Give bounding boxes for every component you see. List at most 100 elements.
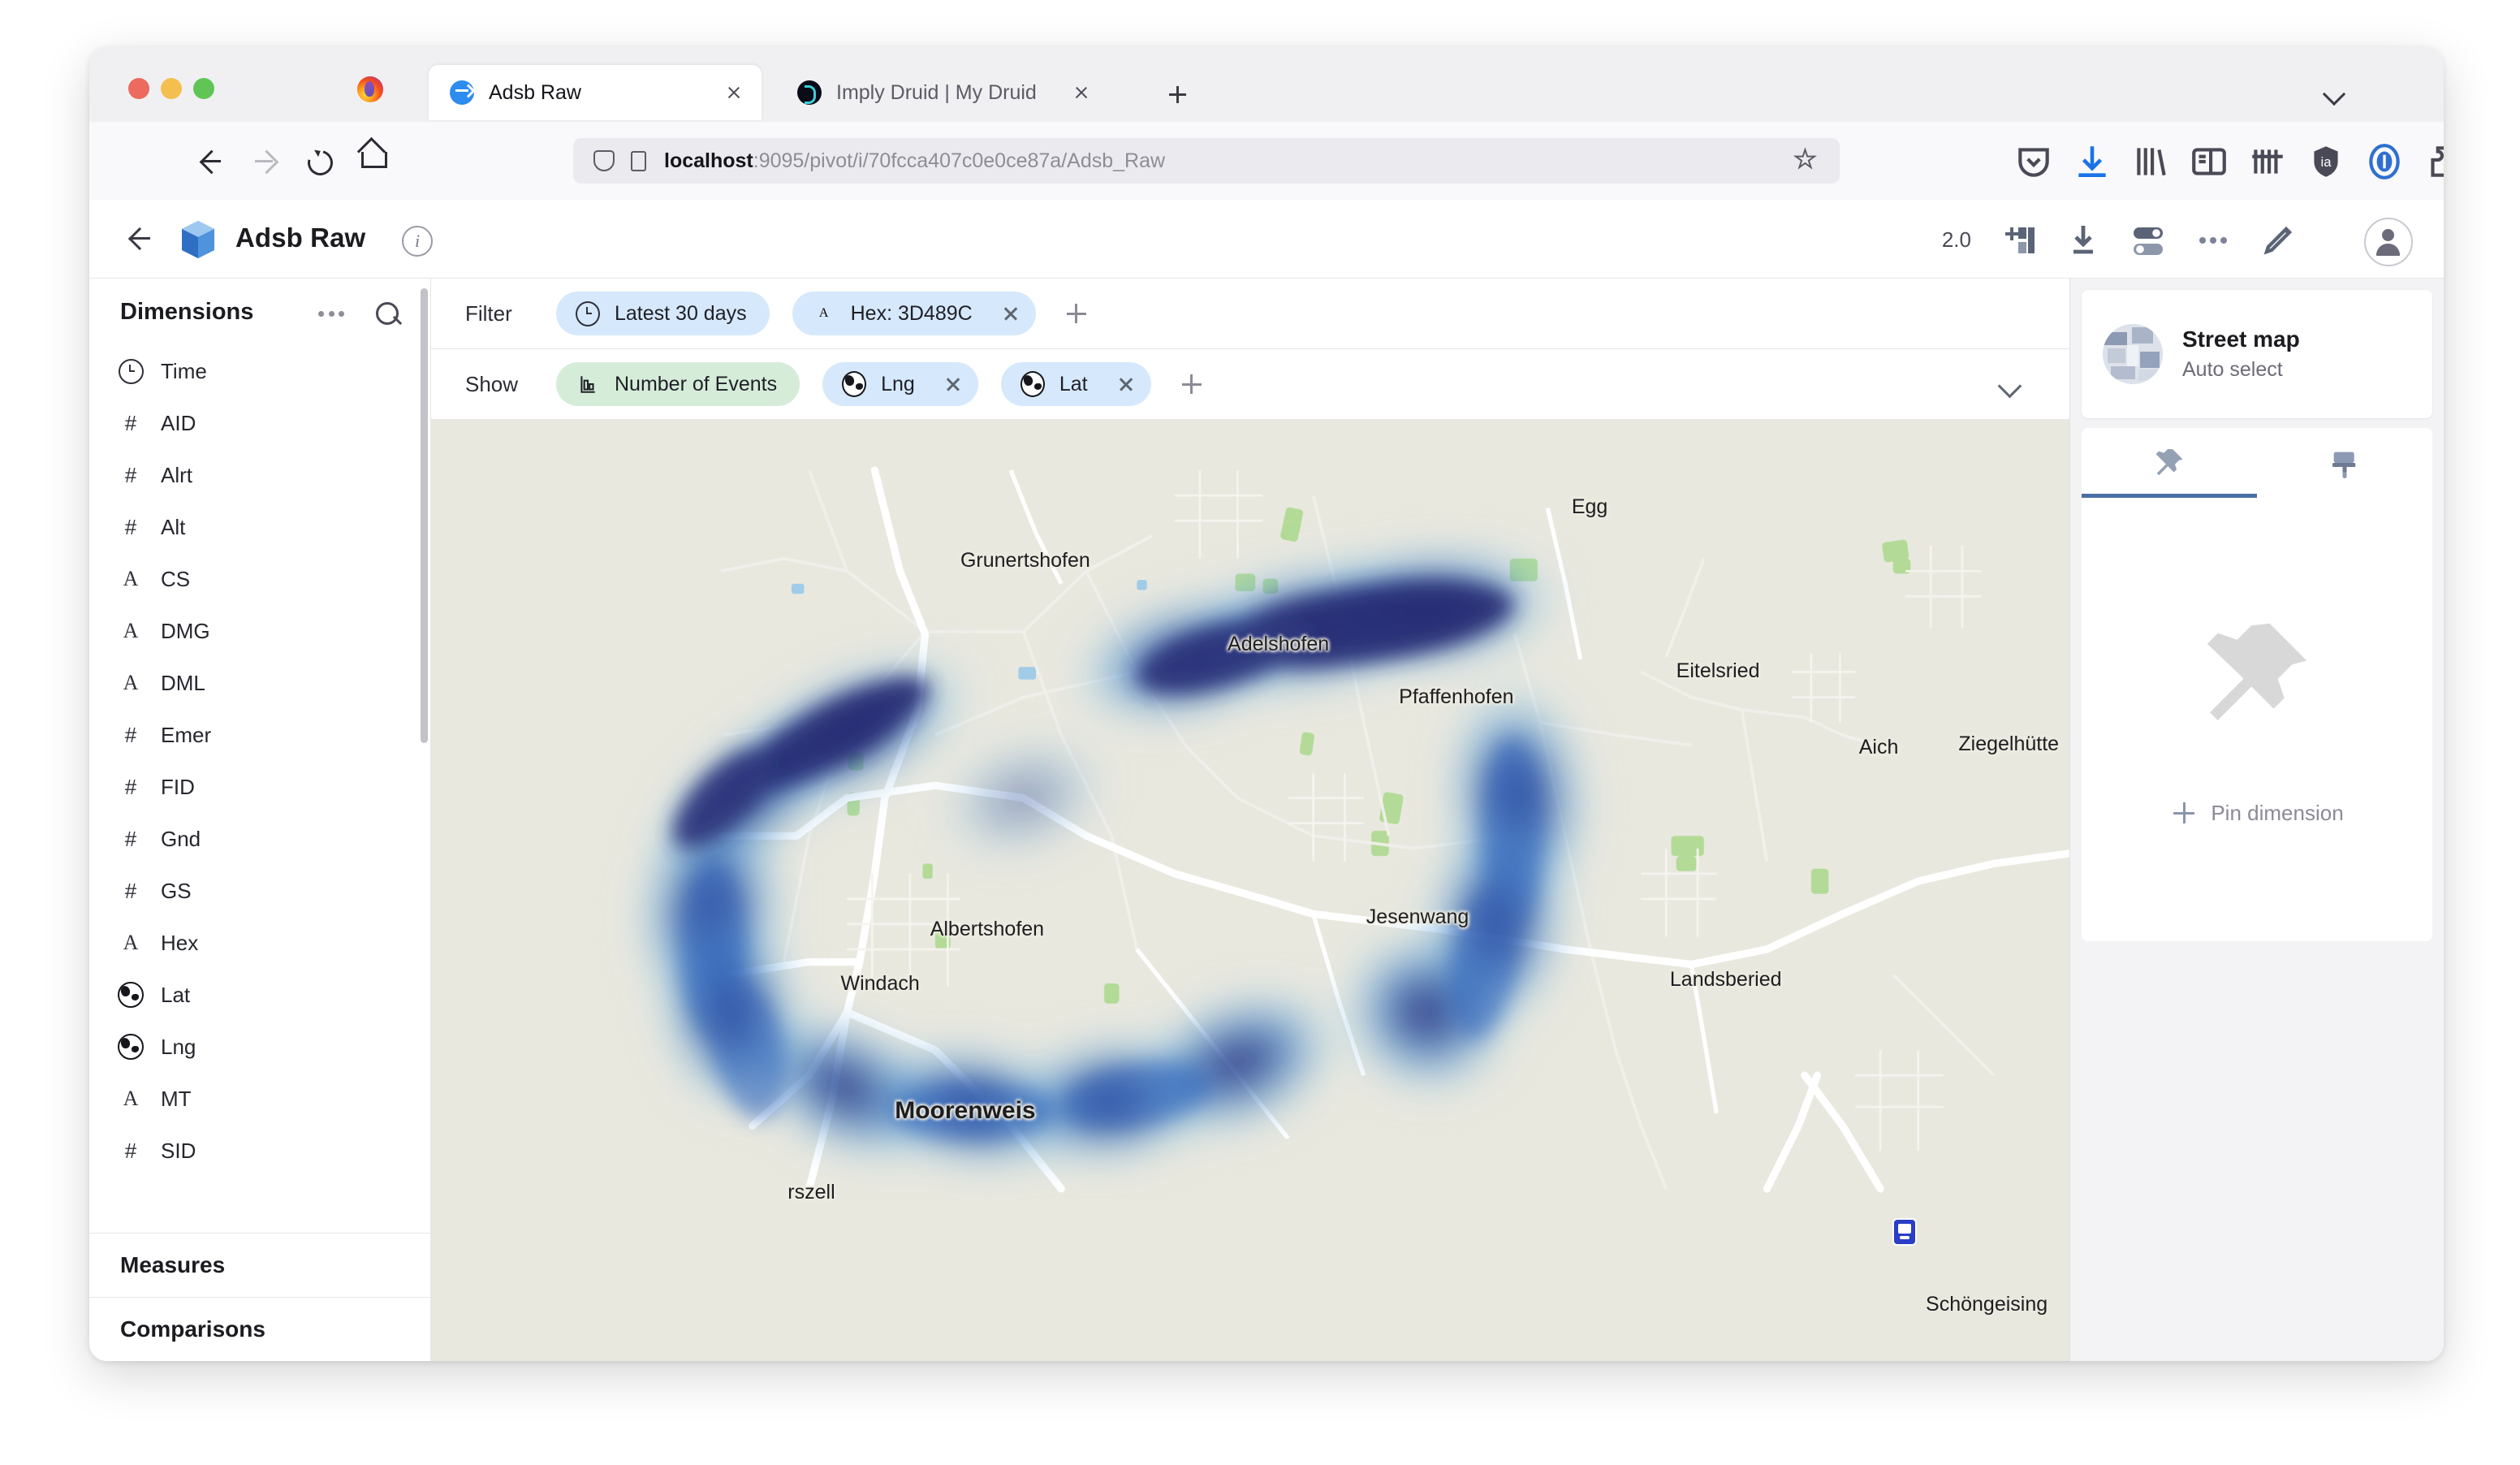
add-filter-button[interactable] — [1059, 296, 1094, 331]
tab-format[interactable] — [2257, 428, 2432, 498]
shield-icon — [593, 149, 615, 173]
dimension-label: Emer — [161, 722, 212, 747]
dimension-item-mt[interactable]: A MT — [89, 1073, 430, 1125]
show-pills: Number of Events Lng Lat — [556, 362, 1210, 406]
pill-label: Hex: 3D489C — [850, 301, 973, 325]
library-icon[interactable] — [2130, 141, 2171, 182]
info-icon[interactable]: i — [402, 226, 433, 257]
dimension-item-hex[interactable]: A Hex — [89, 917, 430, 969]
tab-pin[interactable] — [2082, 428, 2257, 498]
sidebar-icon[interactable] — [2189, 141, 2229, 182]
number-icon: # — [124, 878, 137, 903]
show-pill-number-of-events[interactable]: Number of Events — [556, 362, 800, 406]
measures-title: Measures — [120, 1252, 226, 1277]
pill-label: Lat — [1059, 372, 1088, 395]
download-icon[interactable] — [2072, 141, 2112, 182]
add-tile-icon[interactable] — [1999, 221, 2038, 260]
search-icon[interactable] — [372, 298, 404, 331]
measures-section[interactable]: Measures — [89, 1233, 468, 1297]
password-manager-icon[interactable] — [2364, 141, 2405, 182]
pin-icon — [2155, 448, 2183, 476]
dimension-label: Gnd — [161, 826, 201, 851]
extensions-icon[interactable] — [2423, 141, 2444, 182]
more-icon[interactable] — [315, 301, 347, 326]
back-button[interactable] — [192, 141, 231, 180]
dimension-item-gnd[interactable]: # Gnd — [89, 813, 430, 865]
dimension-item-time[interactable]: Time — [89, 345, 430, 397]
map-style-card[interactable]: Street map Auto select — [2082, 290, 2432, 418]
remove-icon[interactable] — [1107, 365, 1145, 403]
app-header: Adsb Raw i 2.0 — [89, 200, 2444, 279]
number-icon: # — [124, 462, 137, 487]
edit-pencil-icon[interactable] — [2259, 221, 2298, 260]
bookmark-star-icon[interactable] — [1794, 145, 1822, 178]
pivot-icon — [450, 80, 474, 105]
druid-icon — [797, 80, 822, 105]
dimension-label: MT — [161, 1086, 192, 1111]
pocket-icon[interactable] — [2013, 141, 2054, 182]
dimension-item-lat[interactable]: Lat — [89, 969, 430, 1021]
url-host: localhost — [664, 149, 753, 172]
forward-button[interactable] — [245, 141, 284, 180]
app-back-button[interactable] — [123, 221, 159, 257]
globe-icon — [118, 1034, 144, 1060]
number-icon: # — [124, 410, 137, 435]
window-maximize-button[interactable] — [193, 78, 214, 99]
containers-icon[interactable] — [2247, 141, 2288, 182]
filter-pill-latest-30-days[interactable]: Latest 30 days — [556, 292, 770, 335]
tab-imply-druid[interactable]: Imply Druid | My Druid — [776, 65, 1109, 120]
new-tab-button[interactable] — [1161, 78, 1193, 110]
dimension-item-fid[interactable]: # FID — [89, 761, 430, 813]
show-pill-lat[interactable]: Lat — [1000, 362, 1151, 406]
dimension-item-emer[interactable]: # Emer — [89, 709, 430, 761]
tab-adsb-raw[interactable]: Adsb Raw — [429, 65, 762, 120]
close-icon[interactable] — [718, 76, 750, 109]
dimension-item-dml[interactable]: A DML — [89, 657, 430, 709]
page-root: Adsb Raw Imply Druid | My Druid localhos… — [0, 0, 2520, 1465]
map-thumbnail — [2103, 324, 2163, 384]
filter-pills: Latest 30 days A Hex: 3D489C — [556, 292, 1094, 335]
pill-label: Number of Events — [615, 372, 778, 395]
close-icon[interactable] — [1065, 76, 1098, 109]
dimension-item-lng[interactable]: Lng — [89, 1021, 430, 1073]
user-avatar-icon[interactable] — [2364, 218, 2413, 266]
filter-pill-hex-3d489c[interactable]: A Hex: 3D489C — [792, 292, 1036, 335]
dimension-item-aid[interactable]: # AID — [89, 397, 430, 449]
dimension-item-dmg[interactable]: A DMG — [89, 605, 430, 657]
dimension-item-cs[interactable]: A CS — [89, 553, 430, 605]
shield-extension-icon[interactable]: ia — [2306, 141, 2346, 182]
remove-icon[interactable] — [992, 295, 1029, 332]
url-path: :9095/pivot/i/70fcca407c0e0ce87a/Adsb_Ra… — [753, 149, 1166, 172]
settings-toggle-icon[interactable] — [2129, 221, 2168, 260]
download-icon[interactable] — [2064, 221, 2103, 260]
map-visualization[interactable]: Grunertshofen Egg Adelshofen Pfaffenhofen Ei… — [431, 420, 2069, 1361]
sidebar-scrollbar[interactable] — [421, 288, 428, 743]
add-show-button[interactable] — [1174, 366, 1210, 402]
dimensions-sidebar: Dimensions Time # AID # Alrt # Alt A CS A DMG A DML #… — [89, 279, 468, 1361]
dimension-item-sid[interactable]: # SID — [89, 1125, 430, 1177]
dimension-label: AID — [161, 410, 196, 435]
address-bar[interactable]: localhost:9095/pivot/i/70fcca407c0e0ce87… — [573, 138, 1840, 184]
dimension-label: FID — [161, 774, 195, 799]
train-station-marker-icon[interactable] — [1894, 1220, 1916, 1245]
reload-button[interactable] — [299, 141, 338, 180]
browser-window: Adsb Raw Imply Druid | My Druid localhos… — [89, 47, 2444, 1361]
dimension-item-gs[interactable]: # GS — [89, 865, 430, 917]
show-label: Show — [465, 371, 519, 396]
remove-icon[interactable] — [934, 365, 972, 403]
show-pill-lng[interactable]: Lng — [822, 362, 978, 406]
map-label: Schöngeising — [1926, 1292, 2048, 1316]
window-minimize-button[interactable] — [161, 78, 182, 99]
chevron-down-icon[interactable] — [2322, 81, 2346, 106]
pin-dimension-button[interactable]: Pin dimension — [2170, 799, 2344, 827]
home-button[interactable] — [352, 141, 391, 180]
window-close-button[interactable] — [128, 78, 149, 99]
comparisons-section[interactable]: Comparisons — [89, 1297, 430, 1361]
chevron-down-icon[interactable] — [1996, 372, 2024, 400]
number-icon: # — [124, 1138, 137, 1163]
dimension-item-alt[interactable]: # Alt — [89, 501, 430, 553]
dimension-item-alrt[interactable]: # Alrt — [89, 449, 430, 501]
more-icon[interactable] — [2194, 221, 2233, 260]
number-icon: # — [124, 826, 137, 851]
page-info-icon[interactable] — [628, 149, 648, 173]
